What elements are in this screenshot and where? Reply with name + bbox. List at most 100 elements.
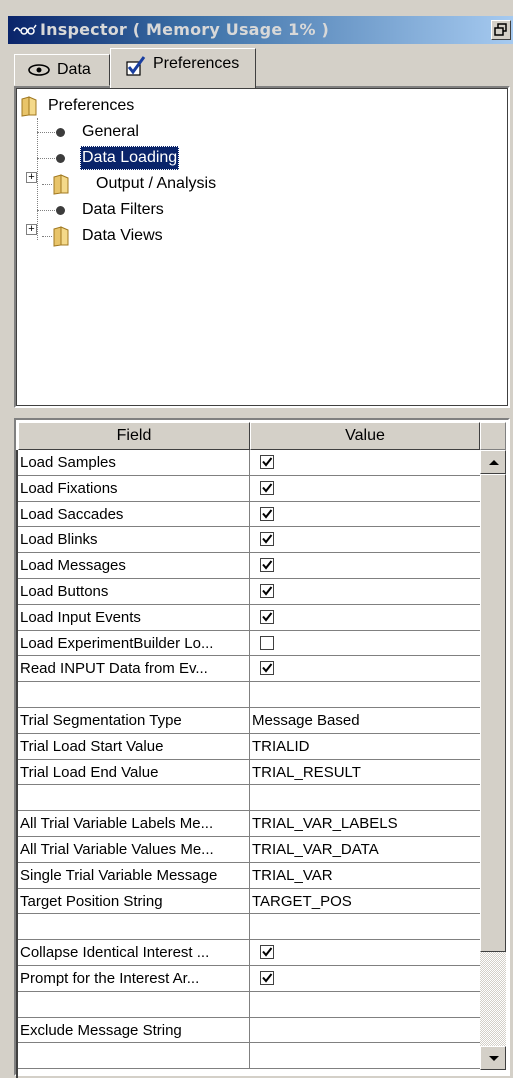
scroll-up-button[interactable]: [480, 450, 506, 474]
table-row[interactable]: Load Input Events: [18, 604, 480, 631]
checkmark-icon: [262, 534, 273, 544]
value-cell[interactable]: [250, 682, 480, 707]
table-row[interactable]: Load Buttons: [18, 578, 480, 605]
table-row[interactable]: [18, 914, 480, 941]
table-row[interactable]: Prompt for the Interest Ar...: [18, 965, 480, 992]
value-cell[interactable]: [250, 579, 480, 604]
tree-connector: [42, 236, 52, 237]
value-cell[interactable]: [250, 1018, 480, 1043]
value-cell[interactable]: Message Based: [250, 708, 480, 733]
table-row[interactable]: Single Trial Variable Message TRIAL_VAR: [18, 862, 480, 889]
checkmark-icon: [262, 508, 273, 519]
value-cell[interactable]: TRIAL_RESULT: [250, 760, 480, 785]
value-cell[interactable]: TRIAL_VAR: [250, 863, 480, 888]
field-cell: [18, 682, 250, 707]
value-checkbox[interactable]: [260, 506, 274, 521]
value-cell[interactable]: [250, 605, 480, 630]
value-checkbox[interactable]: [260, 583, 274, 598]
table-row[interactable]: Load Fixations: [18, 475, 480, 502]
table-row[interactable]: Read INPUT Data from Ev...: [18, 656, 480, 683]
value-cell[interactable]: [250, 1043, 480, 1068]
vertical-scrollbar[interactable]: [480, 450, 506, 1070]
preferences-tree[interactable]: Preferences General Data Loading + Outpu…: [14, 86, 510, 408]
scroll-thumb[interactable]: [480, 474, 506, 952]
value-checkbox[interactable]: [260, 558, 274, 573]
field-cell: All Trial Variable Values Me...: [18, 836, 250, 862]
field-cell: [18, 785, 250, 811]
tree-connector: [37, 210, 55, 211]
value-cell[interactable]: [250, 914, 480, 939]
inspector-title-bar[interactable]: Inspector ( Memory Usage 1% ): [8, 16, 513, 44]
field-cell: Load Fixations: [18, 475, 250, 501]
bullet-icon: [56, 206, 65, 215]
field-cell: Exclude Message String: [18, 1017, 250, 1043]
value-cell[interactable]: [250, 966, 480, 991]
value-cell[interactable]: [250, 450, 480, 475]
value-checkbox[interactable]: [260, 455, 274, 469]
tab-data[interactable]: Data: [14, 54, 110, 86]
checkmark-icon: [262, 663, 273, 673]
bullet-icon: [56, 154, 65, 163]
table-row[interactable]: Trial Load Start Value TRIALID: [18, 733, 480, 760]
field-cell: Trial Segmentation Type: [18, 707, 250, 733]
value-cell[interactable]: [250, 476, 480, 501]
value-checkbox[interactable]: [260, 532, 274, 547]
value-checkbox[interactable]: [260, 970, 274, 985]
field-cell: Load Samples: [18, 450, 250, 475]
table-row[interactable]: Load Blinks: [18, 527, 480, 554]
tree-connector: [37, 118, 38, 240]
tree-connector: [42, 184, 52, 185]
table-row[interactable]: Trial Segmentation Type Message Based: [18, 707, 480, 734]
expand-output-analysis[interactable]: +: [26, 172, 37, 183]
table-row[interactable]: Exclude Message String: [18, 1017, 480, 1044]
folder-icon: [53, 226, 69, 247]
table-row[interactable]: All Trial Variable Values Me... TRIAL_VAR…: [18, 836, 480, 863]
table-row[interactable]: Load Samples: [18, 450, 480, 476]
value-cell[interactable]: TARGET_POS: [250, 889, 480, 914]
field-cell: [18, 914, 250, 940]
checkmark-icon: [262, 457, 273, 467]
value-checkbox[interactable]: [260, 635, 274, 650]
table-row[interactable]: Collapse Identical Interest ...: [18, 940, 480, 966]
tree-connector: [37, 158, 55, 159]
value-checkbox[interactable]: [260, 609, 274, 624]
field-cell: Load ExperimentBuilder Lo...: [18, 630, 250, 656]
column-header-field[interactable]: Field: [18, 422, 250, 450]
value-cell[interactable]: [250, 940, 480, 965]
table-row[interactable]: Load ExperimentBuilder Lo...: [18, 630, 480, 657]
table-row[interactable]: Load Saccades: [18, 501, 480, 528]
value-cell[interactable]: TRIAL_VAR_DATA: [250, 837, 480, 862]
value-cell[interactable]: [250, 502, 480, 527]
value-cell[interactable]: [250, 631, 480, 656]
checkmark-icon: [262, 973, 273, 983]
table-row[interactable]: [18, 682, 480, 708]
value-cell[interactable]: [250, 992, 480, 1017]
table-row[interactable]: Load Messages: [18, 553, 480, 579]
column-header-value[interactable]: Value: [250, 422, 480, 450]
table-row[interactable]: Trial Load End Value TRIAL_RESULT: [18, 759, 480, 786]
value-cell[interactable]: [250, 656, 480, 681]
table-row[interactable]: Target Position String TARGET_POS: [18, 888, 480, 915]
tree-root-label: Preferences: [48, 97, 135, 114]
value-cell[interactable]: [250, 785, 480, 810]
table-row[interactable]: [18, 785, 480, 812]
value-checkbox[interactable]: [260, 480, 274, 495]
value-cell[interactable]: [250, 553, 480, 578]
value-cell[interactable]: [250, 527, 480, 552]
arrow-up-icon: [489, 460, 499, 465]
scroll-down-button[interactable]: [480, 1046, 506, 1070]
expand-data-views[interactable]: +: [26, 224, 37, 235]
table-row[interactable]: All Trial Variable Labels Me... TRIAL_VAR…: [18, 811, 480, 837]
table-row[interactable]: [18, 991, 480, 1018]
value-cell[interactable]: TRIALID: [250, 734, 480, 759]
value-checkbox[interactable]: [260, 661, 274, 676]
value-cell[interactable]: TRIAL_VAR_LABELS: [250, 811, 480, 836]
checkmark-icon: [262, 560, 273, 570]
tree-item-label: General: [82, 123, 139, 140]
inspector-eyes-icon: [13, 24, 37, 35]
restore-window-button[interactable]: [491, 20, 511, 40]
tab-preferences-label: Preferences: [153, 55, 240, 72]
tab-preferences[interactable]: Preferences: [110, 48, 256, 88]
table-row[interactable]: [18, 1043, 480, 1070]
value-checkbox[interactable]: [260, 945, 274, 960]
